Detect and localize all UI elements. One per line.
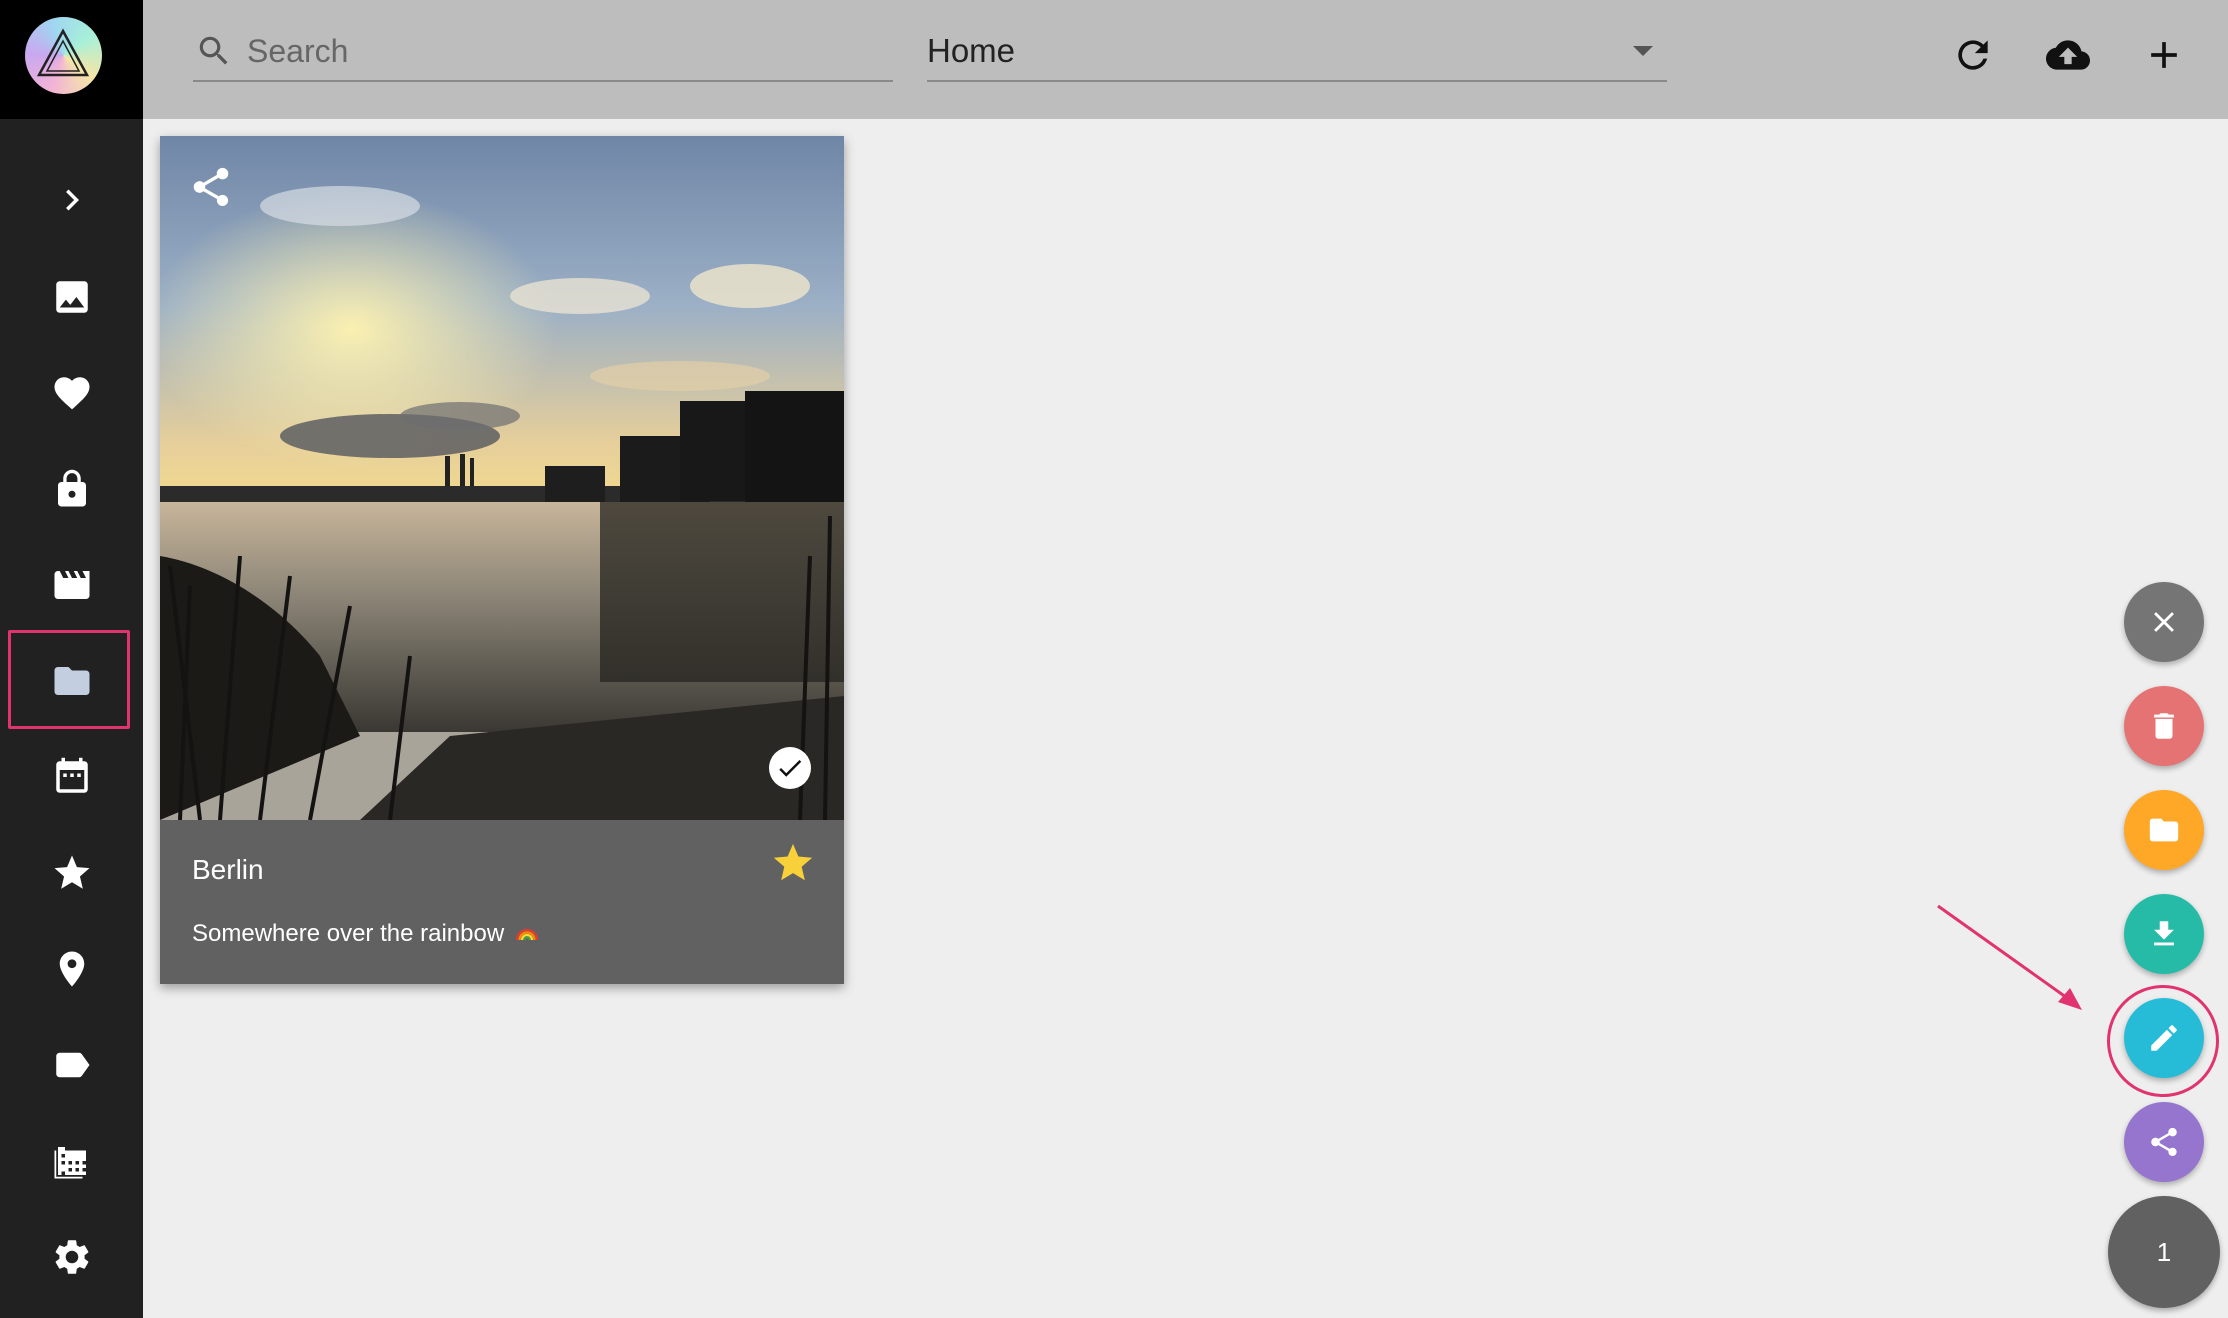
download-button[interactable] bbox=[2124, 894, 2204, 974]
pencil-icon bbox=[2151, 1025, 2177, 1051]
photo-title: Berlin bbox=[192, 854, 264, 885]
share-icon bbox=[193, 167, 229, 207]
sidebar-item-videos[interactable] bbox=[0, 537, 143, 633]
top-toolbar: Home bbox=[143, 0, 2228, 119]
heart-icon bbox=[54, 377, 89, 410]
star-icon bbox=[773, 843, 813, 881]
folders-highlight-box bbox=[8, 630, 130, 729]
add-button[interactable] bbox=[2139, 30, 2189, 80]
dropdown-arrow-icon bbox=[1633, 46, 1653, 56]
photo-caption: Somewhere over the rainbow bbox=[192, 920, 505, 947]
add-to-album-button[interactable] bbox=[2124, 790, 2204, 870]
location-pin-icon bbox=[59, 951, 84, 987]
refresh-icon bbox=[1958, 40, 1988, 70]
film-library-icon bbox=[54, 1147, 86, 1179]
annotation-arrow bbox=[1937, 904, 2082, 1010]
sidebar-item-library[interactable] bbox=[0, 1113, 143, 1209]
photo-card[interactable]: Berlin Somewhere over the rainbow bbox=[160, 136, 844, 984]
share-button[interactable] bbox=[2124, 1102, 2204, 1182]
cloud-upload-icon bbox=[2046, 40, 2090, 70]
refresh-button[interactable] bbox=[1948, 30, 1998, 80]
sidebar-item-private[interactable] bbox=[0, 441, 143, 537]
share-icon bbox=[2151, 1127, 2177, 1157]
album-select-value: Home bbox=[927, 32, 1016, 69]
app-logo[interactable] bbox=[25, 17, 102, 94]
gear-icon bbox=[55, 1240, 88, 1274]
selection-count-button[interactable]: 1 bbox=[2108, 1196, 2220, 1308]
sidebar-item-photos[interactable] bbox=[0, 249, 143, 345]
trash-icon bbox=[2154, 713, 2174, 739]
sidebar-item-labels[interactable] bbox=[0, 1017, 143, 1113]
favorite-star-button[interactable] bbox=[770, 840, 816, 886]
album-select[interactable]: Home bbox=[927, 22, 1667, 82]
label-icon bbox=[55, 1052, 89, 1078]
sidebar-item-calendar[interactable] bbox=[0, 729, 143, 825]
sidebar-item-settings[interactable] bbox=[0, 1209, 143, 1305]
photo-share-button[interactable] bbox=[188, 164, 234, 210]
chevron-right-icon bbox=[65, 189, 79, 211]
image-icon bbox=[55, 281, 88, 313]
checkmark-icon bbox=[779, 759, 802, 777]
edit-button[interactable] bbox=[2124, 998, 2204, 1078]
download-icon bbox=[2154, 921, 2174, 946]
search-icon bbox=[199, 36, 228, 65]
selected-check[interactable] bbox=[769, 747, 811, 789]
lock-icon bbox=[57, 469, 86, 507]
clear-selection-button[interactable] bbox=[2124, 582, 2204, 662]
search-input[interactable] bbox=[245, 31, 849, 71]
upload-button[interactable] bbox=[2043, 30, 2093, 80]
calendar-icon bbox=[55, 757, 88, 793]
sidebar bbox=[0, 0, 143, 1318]
folder-icon bbox=[2149, 818, 2179, 842]
sidebar-item-moments[interactable] bbox=[0, 825, 143, 921]
sidebar-expand-button[interactable] bbox=[0, 152, 143, 248]
plus-icon bbox=[2151, 42, 2177, 68]
star-icon bbox=[54, 855, 89, 889]
photo-thumbnail[interactable] bbox=[160, 136, 844, 820]
rainbow-emoji-icon bbox=[515, 928, 538, 941]
close-icon bbox=[2154, 612, 2174, 632]
logo-area[interactable] bbox=[0, 0, 143, 119]
sidebar-item-places[interactable] bbox=[0, 921, 143, 1017]
photo-caption-line: Somewhere over the rainbow bbox=[192, 920, 539, 948]
movie-icon bbox=[54, 571, 89, 599]
search-field[interactable] bbox=[193, 22, 893, 82]
sidebar-item-favorites[interactable] bbox=[0, 345, 143, 441]
delete-button[interactable] bbox=[2124, 686, 2204, 766]
